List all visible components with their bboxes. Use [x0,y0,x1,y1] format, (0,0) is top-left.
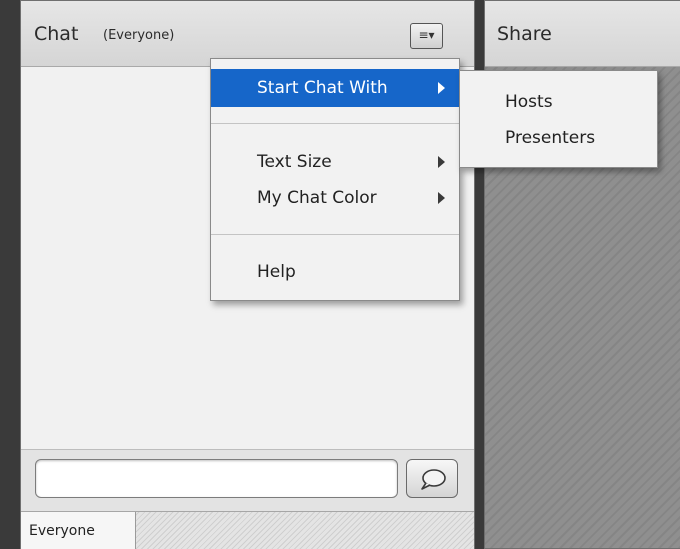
chevron-right-icon [438,156,445,168]
pod-options-menu: Start Chat With Text Size My Chat Color … [210,58,460,301]
pod-options-button[interactable]: ≡▾ [410,23,443,49]
tab-everyone[interactable]: Everyone [21,512,136,549]
menu-item-start-chat-with[interactable]: Start Chat With [211,69,459,107]
start-chat-with-submenu: Hosts Presenters [459,70,658,168]
chevron-right-icon [438,192,445,204]
chevron-right-icon [438,82,445,94]
menu-item-label: My Chat Color [257,188,377,208]
chat-pod-recipient: (Everyone) [103,28,175,43]
share-pod-header: Share [485,1,680,67]
menu-item-help[interactable]: Help [211,253,459,291]
submenu-item-presenters[interactable]: Presenters [460,121,657,155]
hamburger-menu-icon: ≡▾ [418,28,435,42]
chat-pod-title: Chat [34,23,79,45]
menu-item-text-size[interactable]: Text Size [211,143,459,181]
chat-tab-bar: Everyone [21,511,474,549]
menu-separator [211,123,459,124]
menu-item-label: Help [257,262,296,282]
speech-bubble-icon [421,469,446,490]
menu-item-my-chat-color[interactable]: My Chat Color [211,179,459,217]
share-pod-title: Share [497,23,552,45]
menu-separator [211,234,459,235]
submenu-item-hosts[interactable]: Hosts [460,85,657,119]
menu-item-label: Text Size [257,152,332,172]
chat-input-bar [21,449,474,511]
chat-message-input[interactable] [35,459,398,498]
send-message-button[interactable] [406,459,458,498]
menu-item-label: Start Chat With [257,78,388,98]
